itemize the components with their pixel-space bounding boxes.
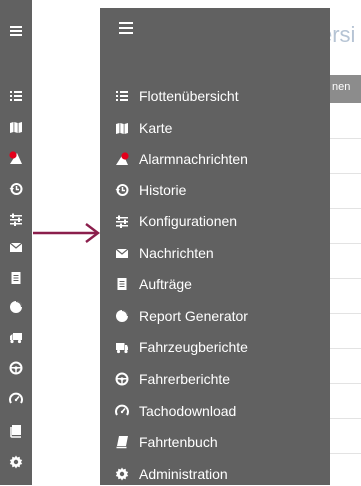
table-row xyxy=(330,243,361,244)
truck-icon xyxy=(115,340,129,354)
gear-icon[interactable] xyxy=(9,455,23,469)
nav-item-label: Fahrerberichte xyxy=(139,371,231,387)
page-title: ersi xyxy=(330,22,356,47)
map-icon[interactable] xyxy=(9,120,23,134)
steering-wheel-icon xyxy=(115,372,129,386)
table-row xyxy=(330,173,361,174)
book-icon[interactable] xyxy=(9,424,23,438)
nav-item-label: Karte xyxy=(139,120,173,136)
table-row xyxy=(330,418,361,419)
nav-item-label: Fahrtenbuch xyxy=(139,434,218,450)
steering-wheel-icon[interactable] xyxy=(9,361,23,375)
pie-chart-icon xyxy=(115,309,129,323)
nav-item-nachrichten[interactable]: Nachrichten xyxy=(115,241,214,265)
nav-item-label: Administration xyxy=(139,466,228,482)
table-row xyxy=(330,313,361,314)
envelope-icon[interactable] xyxy=(9,240,23,254)
nav-item-auftraege[interactable]: Aufträge xyxy=(115,272,192,296)
history-icon[interactable] xyxy=(9,182,23,196)
history-icon xyxy=(115,183,129,197)
sliders-icon xyxy=(115,214,129,228)
table-row xyxy=(330,208,361,209)
hamburger-icon[interactable] xyxy=(118,20,134,36)
nav-item-flottenuebersicht[interactable]: Flottenübersicht xyxy=(115,84,239,108)
nav-item-fahrerberichte[interactable]: Fahrerberichte xyxy=(115,367,230,391)
nav-item-label: Konfigurationen xyxy=(139,213,238,229)
collapsed-sidebar xyxy=(0,0,32,485)
document-icon[interactable] xyxy=(9,271,23,285)
sliders-icon[interactable] xyxy=(9,212,23,226)
nav-item-fahrzeugberichte[interactable]: Fahrzeugberichte xyxy=(115,335,248,359)
nav-item-label: Alarmnachrichten xyxy=(139,151,248,167)
nav-item-label: Aufträge xyxy=(139,276,192,292)
nav-item-fahrtenbuch[interactable]: Fahrtenbuch xyxy=(115,430,218,454)
nav-item-alarmnachrichten[interactable]: Alarmnachrichten xyxy=(115,147,248,171)
expanded-navigation-drawer: Flottenübersicht Karte Alarmnachrichten … xyxy=(100,8,330,485)
alarm-icon[interactable] xyxy=(9,151,23,165)
nav-item-label: Historie xyxy=(139,182,187,198)
nav-item-tachodownload[interactable]: Tachodownload xyxy=(115,399,236,423)
table-header-label: nen xyxy=(332,81,351,93)
nav-item-karte[interactable]: Karte xyxy=(115,116,172,140)
alarm-icon xyxy=(115,152,129,166)
book-icon xyxy=(115,435,129,449)
nav-item-label: Fahrzeugberichte xyxy=(139,339,248,355)
document-icon xyxy=(115,277,129,291)
hamburger-icon[interactable] xyxy=(9,24,23,38)
nav-item-label: Nachrichten xyxy=(139,245,214,261)
table-header: nen xyxy=(330,75,361,103)
nav-item-label: Report Generator xyxy=(139,308,248,324)
tachometer-icon[interactable] xyxy=(9,392,23,406)
envelope-icon xyxy=(115,246,129,260)
table-row xyxy=(330,453,361,454)
table-row xyxy=(330,278,361,279)
nav-item-label: Flottenübersicht xyxy=(139,88,239,104)
nav-item-report-generator[interactable]: Report Generator xyxy=(115,304,248,328)
arrow-icon xyxy=(33,223,100,243)
nav-item-konfigurationen[interactable]: Konfigurationen xyxy=(115,209,237,233)
nav-item-label: Tachodownload xyxy=(139,403,237,419)
truck-icon[interactable] xyxy=(9,330,23,344)
tachometer-icon xyxy=(115,404,129,418)
table-row xyxy=(330,348,361,349)
map-icon xyxy=(115,121,129,135)
table-row xyxy=(330,138,361,139)
nav-item-administration[interactable]: Administration xyxy=(115,462,228,486)
nav-item-historie[interactable]: Historie xyxy=(115,178,186,202)
table-row xyxy=(330,383,361,384)
list-icon[interactable] xyxy=(9,89,23,103)
list-icon xyxy=(115,89,129,103)
background-page: ersi nen xyxy=(330,8,361,485)
pie-chart-icon[interactable] xyxy=(9,300,23,314)
gear-icon xyxy=(115,467,129,481)
